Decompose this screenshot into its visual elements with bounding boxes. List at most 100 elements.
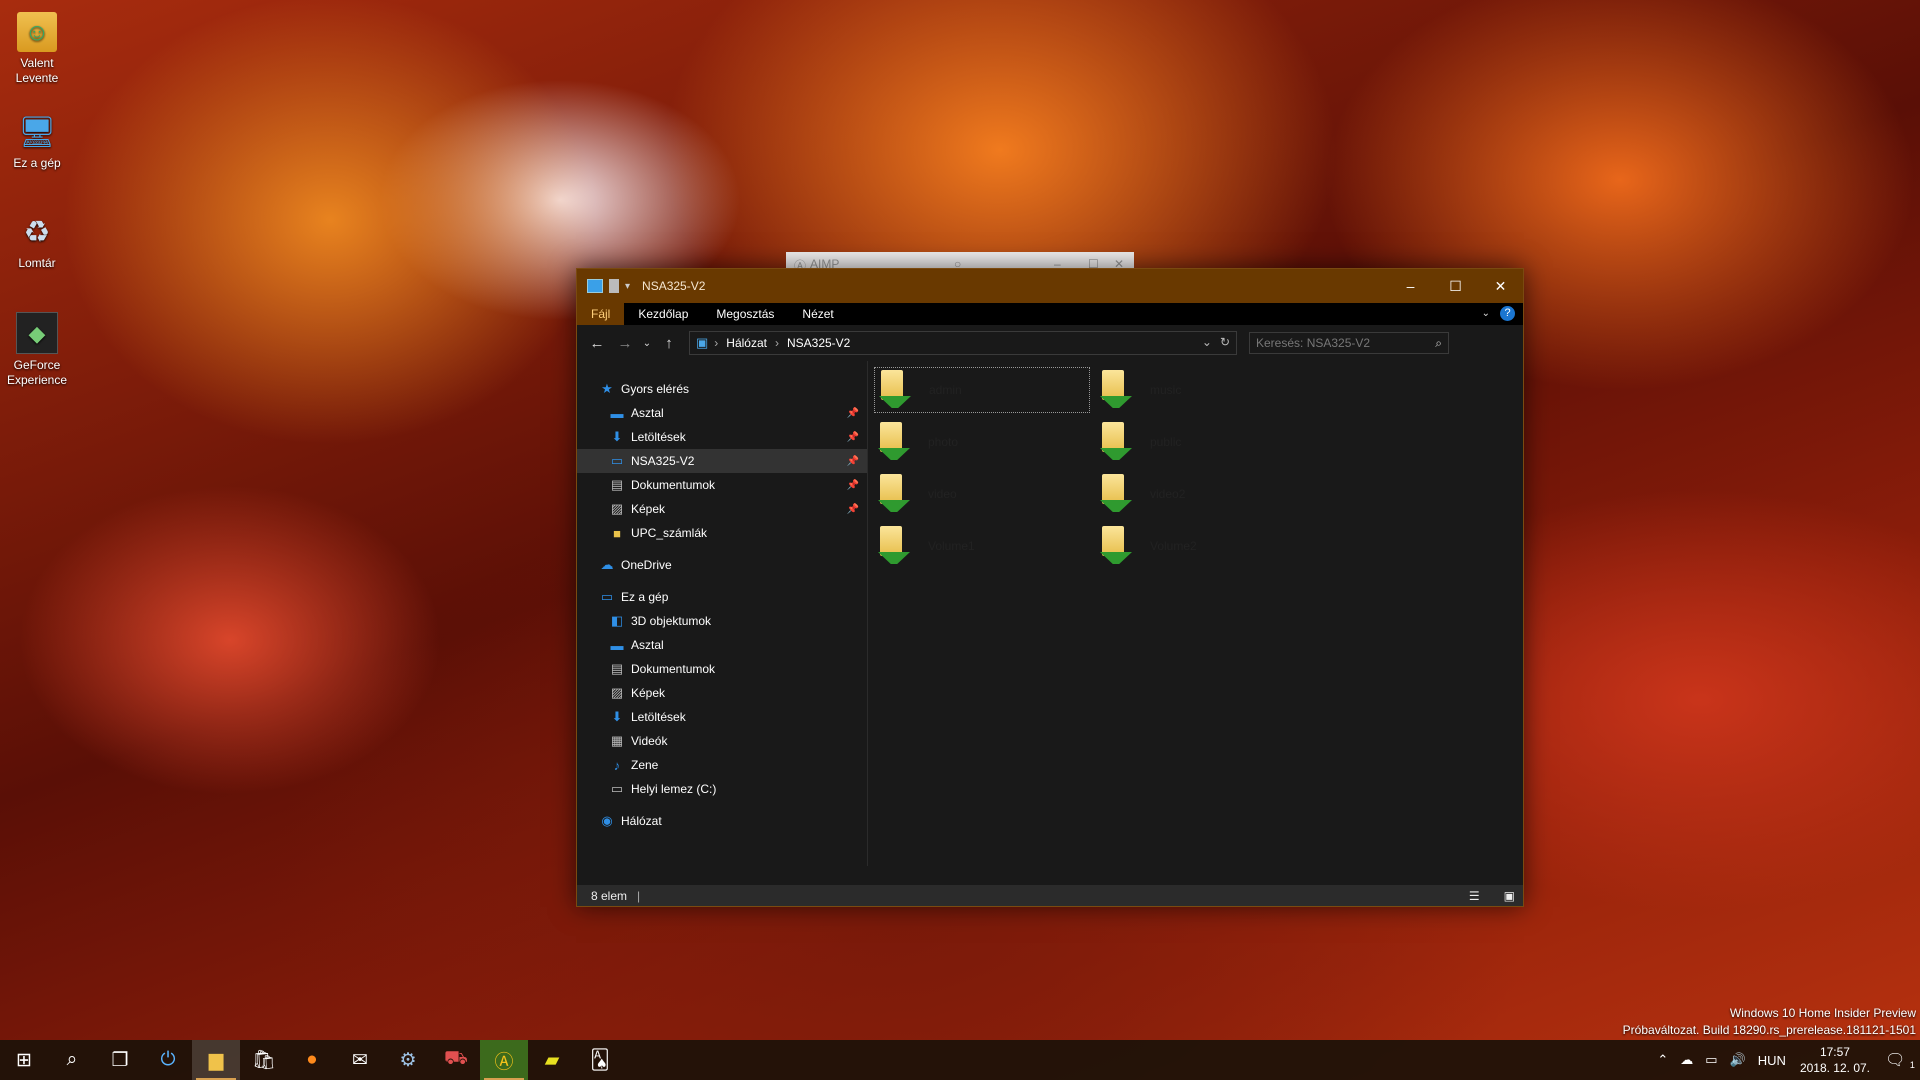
tab-share[interactable]: Megosztás [702,303,788,325]
geforce-experience-icon: ◆ [16,312,58,354]
task-view-button[interactable]: ❐ [96,1040,144,1080]
chevron-right-icon[interactable]: › [714,336,718,350]
properties-icon[interactable] [609,279,619,293]
pin-icon[interactable]: 📌 [847,480,859,491]
tab-file[interactable]: Fájl [577,303,625,325]
nav-label: Letöltések [631,710,686,724]
action-center-button[interactable]: 🗨 1 [1880,1050,1920,1070]
music-note-icon: ♪ [613,757,621,773]
folder-label: video2 [1150,487,1186,501]
address-bar[interactable]: ▣ › Hálózat › NSA325-V2 ⌄ ↻ [689,331,1237,355]
address-dropdown-icon[interactable]: ⌄ [1202,335,1212,349]
taskbar-app-mail[interactable]: ✉ [336,1040,384,1080]
nav-item-desktop[interactable]: ▬ Asztal 📌 [577,401,867,425]
nav-onedrive[interactable]: ☁ OneDrive [577,553,867,577]
nav-label: Videók [631,734,668,748]
tab-home[interactable]: Kezdőlap [624,303,702,325]
desktop-icon-recycle-bin[interactable]: ♻ Lomtár [4,212,70,271]
nav-item-3d-objects[interactable]: ◧ 3D objektumok [577,609,867,633]
minimize-button[interactable]: – [1388,269,1433,303]
nav-item-documents-pc[interactable]: ▤ Dokumentumok [577,657,867,681]
folder-item-video2[interactable]: video2 [1096,471,1312,517]
taskbar-app-firefox[interactable]: ● [288,1040,336,1080]
nav-quick-access[interactable]: ★ Gyors elérés [577,377,867,401]
store-bag-icon: 🛍 [251,1050,277,1071]
breadcrumb-network[interactable]: Hálózat [726,336,767,350]
search-input[interactable]: Keresés: NSA325-V2 ⌕ [1249,332,1449,354]
close-button[interactable]: ✕ [1478,269,1523,303]
breadcrumb-nsa325[interactable]: NSA325-V2 [787,336,850,350]
nav-label: Dokumentumok [631,478,716,492]
taskbar-app-file-explorer[interactable]: ▆ [192,1040,240,1080]
folder-icon: ▆ [208,1049,224,1071]
explorer-window: ▾ NSA325-V2 – ☐ ✕ Fájl Kezdőlap Megosztá… [576,268,1524,907]
taskbar-app-truck[interactable]: ⛟ [432,1040,480,1080]
nav-network[interactable]: ◉ Hálózat [577,809,867,833]
taskbar-app-card[interactable]: ▰ [528,1040,576,1080]
maximize-button[interactable]: ☐ [1433,269,1478,303]
nav-item-local-disk[interactable]: ▭ Helyi lemez (C:) [577,777,867,801]
onedrive-cloud-icon[interactable]: ☁ [1680,1052,1693,1068]
taskbar-app-store[interactable]: 🛍 [240,1040,288,1080]
forward-arrow-icon[interactable]: → [611,335,639,352]
folder-item-public[interactable]: public [1096,419,1312,465]
large-icons-view-icon[interactable]: ▣ [1490,889,1515,903]
nav-this-pc[interactable]: ▭ Ez a gép [577,585,867,609]
chevron-right-icon[interactable]: › [775,336,779,350]
nav-item-music[interactable]: ♪ Zene [577,753,867,777]
folder-icon: ■ [613,525,621,541]
nav-item-nsa325[interactable]: ▭ NSA325-V2 📌 [577,449,867,473]
pin-icon[interactable]: 📌 [847,504,859,515]
nav-item-pictures-pc[interactable]: ▨ Képek [577,681,867,705]
shared-folder-icon [1100,370,1132,410]
folder-item-video[interactable]: video [874,471,1090,517]
taskbar-app-solitaire[interactable]: 🂡 [576,1040,624,1080]
folder-item-music[interactable]: music [1096,367,1312,413]
nav-item-upc-invoices[interactable]: ■ UPC_számlák [577,521,867,545]
notification-count: 1 [1909,1060,1915,1070]
clock[interactable]: 17:57 2018. 12. 07. [1800,1044,1870,1076]
network-icon[interactable]: ▭ [1705,1052,1717,1068]
taskbar-app-power[interactable]: ⏻ [144,1040,192,1080]
nav-item-downloads[interactable]: ⬇ Letöltések 📌 [577,425,867,449]
start-button[interactable]: ⊞ [0,1040,48,1080]
pin-icon[interactable]: 📌 [847,408,859,419]
desktop-icon-geforce[interactable]: ◆ GeForce Experience [4,312,70,388]
pin-icon[interactable]: 📌 [847,456,859,467]
search-button[interactable]: ⌕ [48,1040,96,1080]
computer-icon: 🖥 [17,115,57,149]
expand-ribbon-icon[interactable]: ⌄ [1482,308,1490,319]
refresh-icon[interactable]: ↻ [1220,335,1230,349]
desktop-icon-label: Valent [20,56,54,70]
nav-item-documents[interactable]: ▤ Dokumentumok 📌 [577,473,867,497]
title-bar[interactable]: ▾ NSA325-V2 – ☐ ✕ [577,269,1523,303]
details-view-icon[interactable]: ☰ [1455,889,1480,903]
desktop-icon-user[interactable]: ☺ Valent Levente [4,12,70,86]
nav-item-pictures[interactable]: ▨ Képek 📌 [577,497,867,521]
recent-locations-icon[interactable]: ⌄ [639,338,655,349]
shared-folder-icon [878,526,910,566]
folder-item-admin[interactable]: admin [874,367,1090,413]
quick-access-dropdown-icon[interactable]: ▾ [625,281,630,292]
taskbar-app-aimp[interactable]: Ⓐ [480,1040,528,1080]
volume-icon[interactable]: 🔊 [1730,1052,1746,1068]
folder-item-volume2[interactable]: Volume2 [1096,523,1312,569]
nav-label: Letöltések [631,430,686,444]
help-icon[interactable]: ? [1500,306,1515,321]
nav-label: Asztal [631,406,664,420]
computer-icon [587,279,603,293]
chevron-up-icon[interactable]: ⌃ [1657,1052,1668,1068]
tab-view[interactable]: Nézet [788,303,847,325]
folder-item-photo[interactable]: photo [874,419,1090,465]
nav-item-videos[interactable]: ▦ Videók [577,729,867,753]
desktop-icon-this-pc[interactable]: 🖥 Ez a gép [4,112,70,171]
nav-item-downloads-pc[interactable]: ⬇ Letöltések [577,705,867,729]
folder-item-volume1[interactable]: Volume1 [874,523,1090,569]
back-arrow-icon[interactable]: ← [583,335,611,352]
nav-item-desktop-pc[interactable]: ▬ Asztal [577,633,867,657]
clock-time: 17:57 [1819,1045,1850,1059]
language-indicator[interactable]: HUN [1758,1053,1786,1068]
pin-icon[interactable]: 📌 [847,432,859,443]
up-arrow-icon[interactable]: ↑ [655,335,683,352]
taskbar-app-steam[interactable]: ⚙ [384,1040,432,1080]
